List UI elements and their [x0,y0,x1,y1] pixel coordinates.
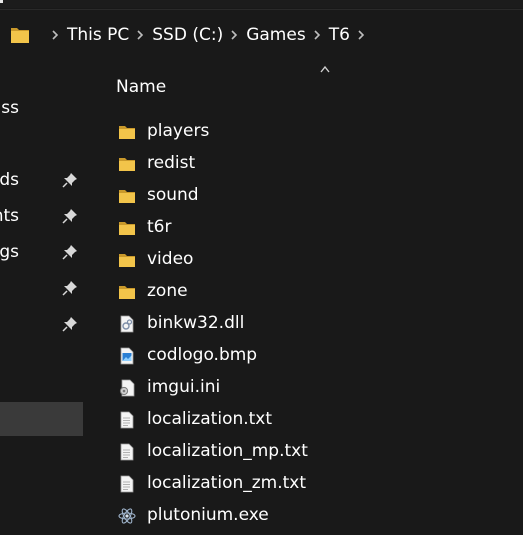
text-file-icon [120,443,134,461]
address-bar[interactable]: This PC SSD (C:) Games T6 [0,9,523,61]
title-fragment [0,0,3,3]
chevron-right-icon[interactable] [50,28,60,42]
nav-item-label: ings [0,242,19,262]
file-name: redist [147,153,196,173]
folder-icon [119,190,135,203]
breadcrumb: This PC SSD (C:) Games T6 [44,22,373,48]
file-name: zone [147,281,188,301]
file-name: sound [147,185,199,205]
chevron-right-icon[interactable] [312,28,322,42]
config-file-icon [119,379,135,397]
file-name: localization_mp.txt [147,441,308,461]
list-item[interactable]: imgui.ini [86,372,523,404]
pin-icon[interactable] [62,316,78,332]
file-name: binkw32.dll [147,313,245,333]
file-list-pane: Name players redist sound t6r video zone [86,60,523,535]
file-name: video [147,249,194,269]
list-item[interactable]: redist [86,148,523,180]
image-file-icon [120,347,134,365]
sort-ascending-icon[interactable] [319,64,331,74]
pin-icon[interactable] [62,172,78,188]
chevron-right-icon[interactable] [356,28,366,42]
list-item[interactable]: localization_zm.txt [86,468,523,500]
nav-item-selected[interactable] [0,402,83,436]
file-list: players redist sound t6r video zone bink… [86,116,523,532]
folder-icon [119,126,135,139]
list-item[interactable]: sound [86,180,523,212]
folder-icon [119,158,135,171]
file-name: t6r [147,217,172,237]
nav-item-recordings[interactable]: ings [0,235,86,269]
file-name: localization_zm.txt [147,473,307,493]
list-item[interactable]: video [86,244,523,276]
chevron-right-icon[interactable] [135,28,145,42]
text-file-icon [120,475,134,493]
list-item[interactable]: localization_mp.txt [86,436,523,468]
file-name: imgui.ini [147,377,221,397]
nav-item-documents[interactable]: nts [0,199,86,233]
file-name: players [147,121,210,141]
list-item[interactable]: localization.txt [86,404,523,436]
nav-item-label: ds [0,170,19,190]
file-name: plutonium.exe [147,505,269,525]
breadcrumb-games[interactable]: Games [246,25,305,45]
nav-item-label: nts [0,206,19,226]
list-item[interactable]: players [86,116,523,148]
nav-item-pinned-6[interactable] [0,307,86,341]
navigation-pane: ss ds nts ings [0,60,86,535]
file-name: codlogo.bmp [147,345,258,365]
window-top-strip [0,0,523,8]
folder-icon [119,286,135,299]
nav-item-downloads[interactable]: ds [0,163,86,197]
list-item[interactable]: binkw32.dll [86,308,523,340]
folder-icon [119,254,135,267]
folder-icon [119,222,135,235]
list-item[interactable]: t6r [86,212,523,244]
list-item[interactable]: codlogo.bmp [86,340,523,372]
dll-file-icon [120,315,134,333]
column-header-name[interactable]: Name [116,77,166,97]
breadcrumb-ssd[interactable]: SSD (C:) [152,25,223,45]
pin-icon[interactable] [62,244,78,260]
text-file-icon [120,411,134,429]
pin-icon[interactable] [62,280,78,296]
nav-item-pinned-5[interactable] [0,271,86,305]
folder-icon [11,28,29,43]
chevron-right-icon[interactable] [229,28,239,42]
nav-item-quick-access[interactable]: ss [0,91,86,125]
breadcrumb-this-pc[interactable]: This PC [67,25,129,45]
list-item[interactable]: zone [86,276,523,308]
app-icon [118,508,136,524]
breadcrumb-t6[interactable]: T6 [329,25,350,45]
list-item[interactable]: plutonium.exe [86,500,523,532]
file-name: localization.txt [147,409,273,429]
pin-icon[interactable] [62,208,78,224]
nav-item-label: ss [1,98,19,118]
